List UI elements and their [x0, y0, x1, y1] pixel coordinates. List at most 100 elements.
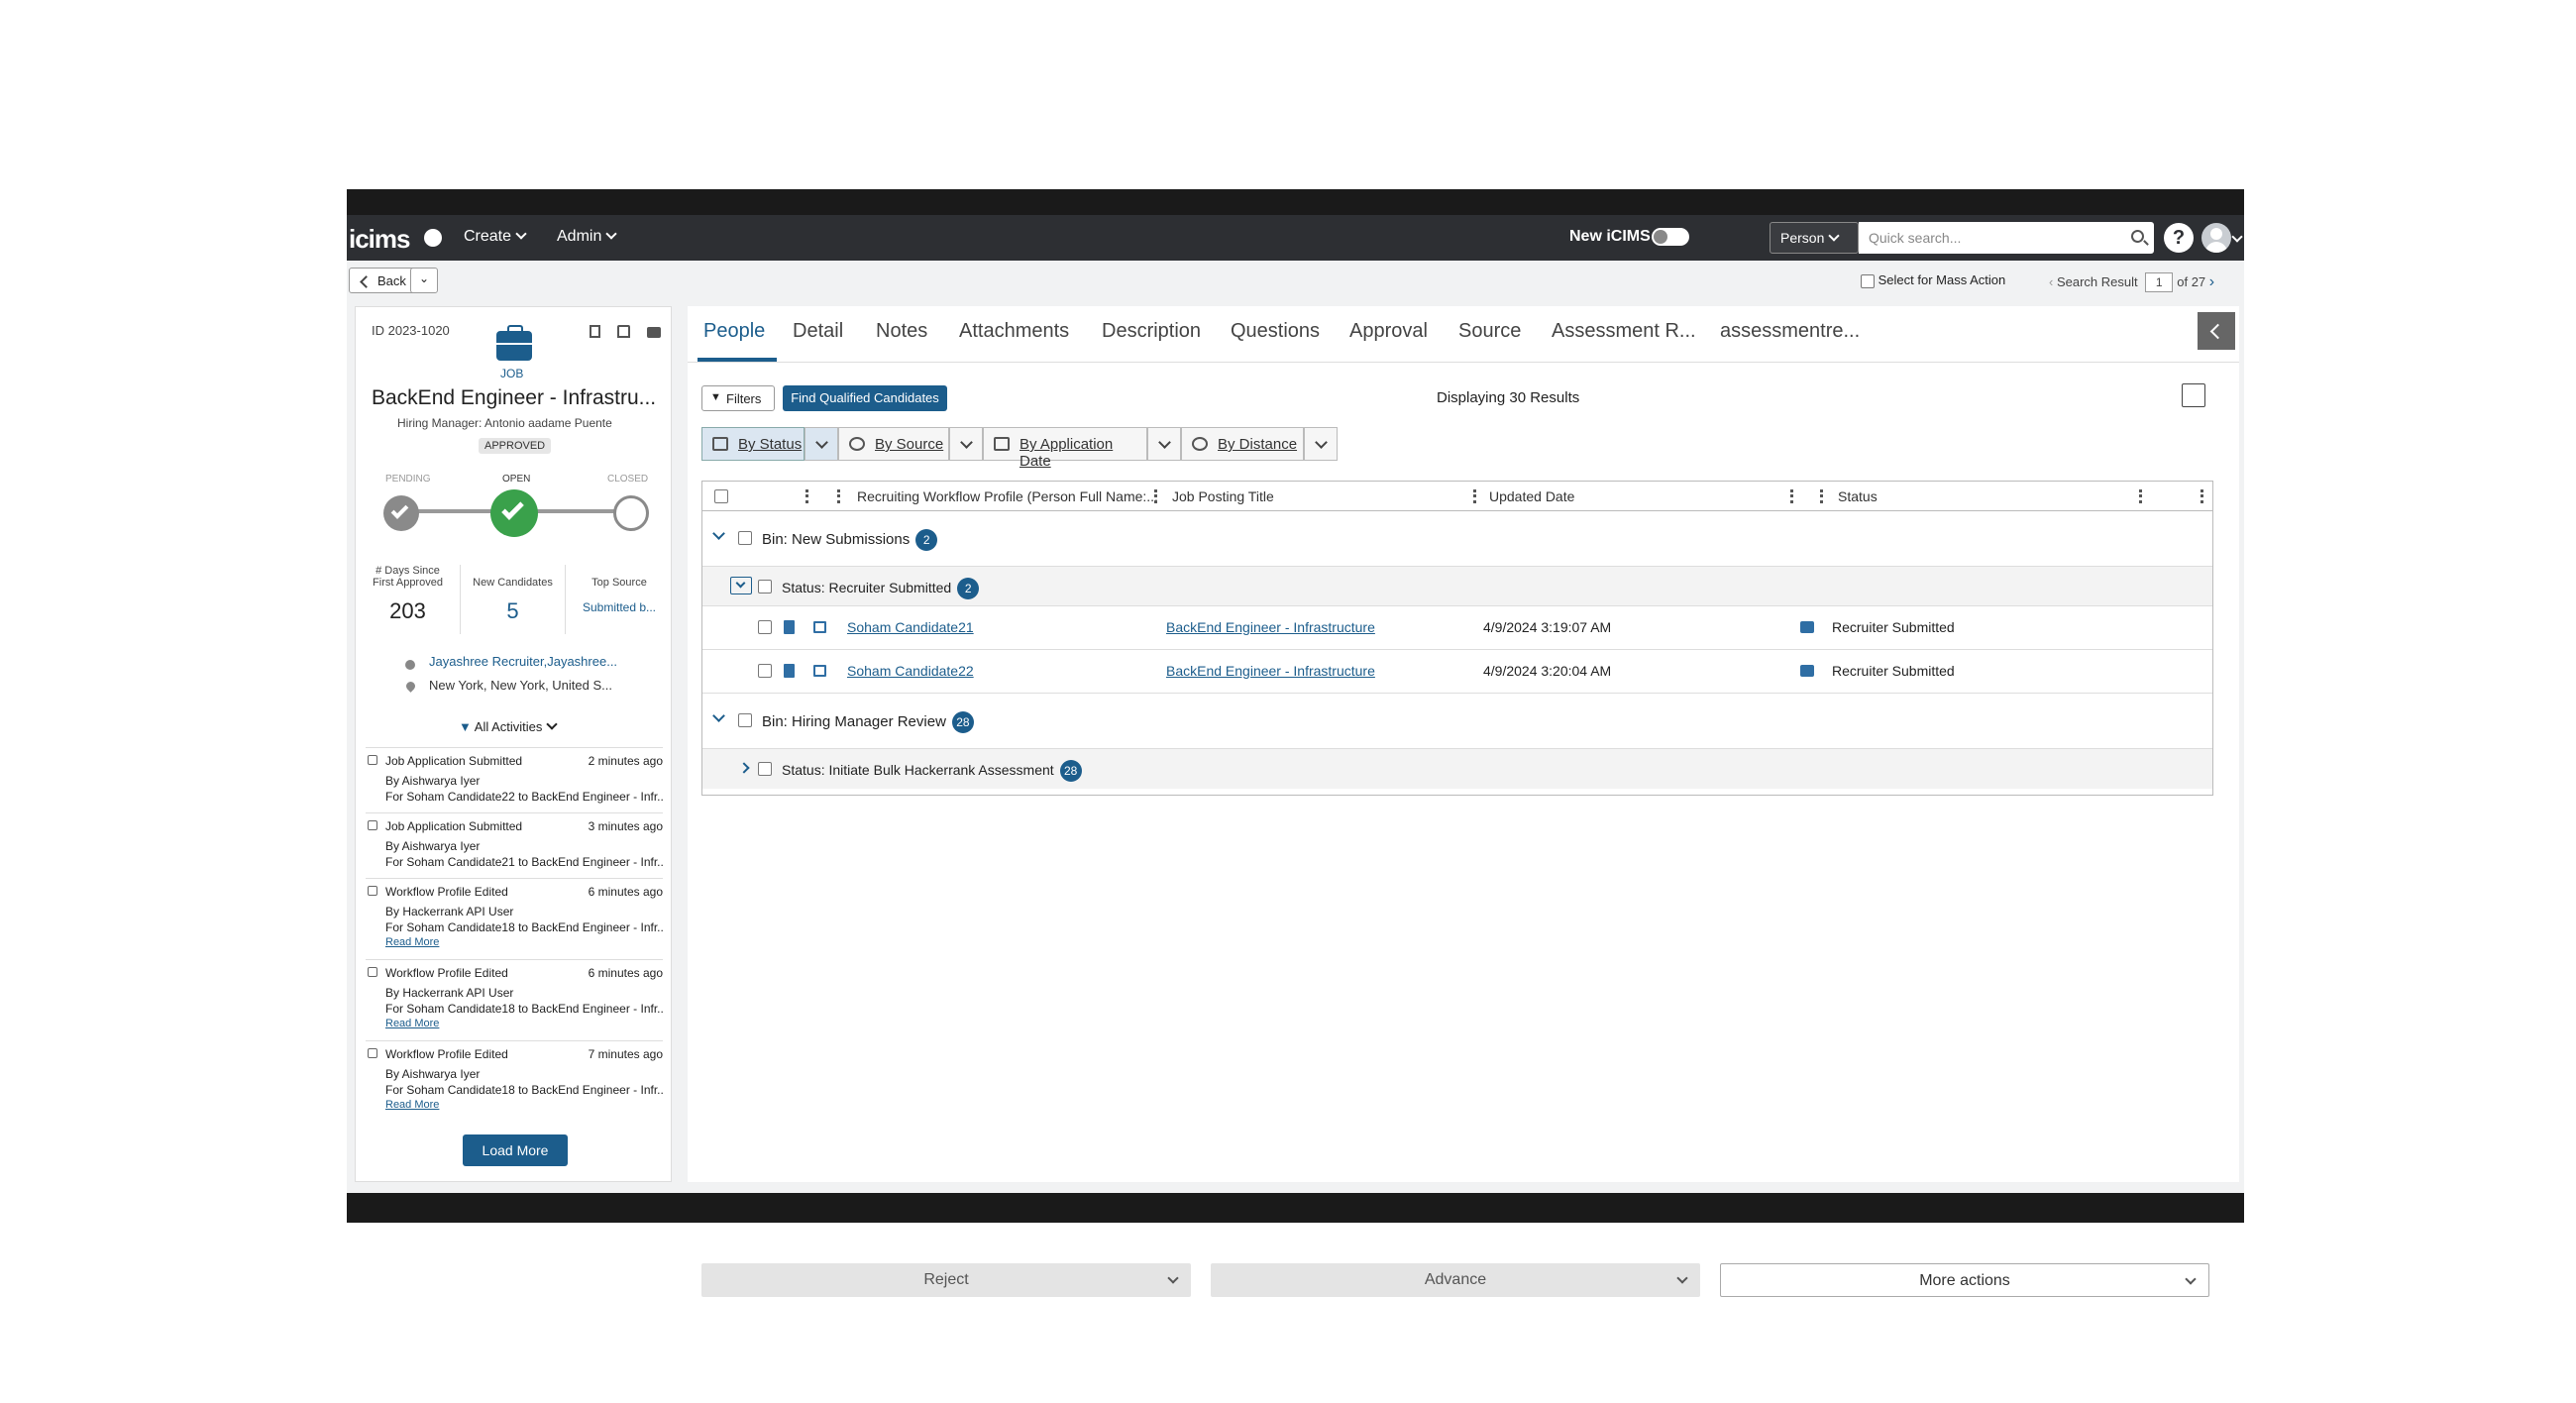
status-group-row[interactable]: Status: Recruiter Submitted 2: [702, 567, 2212, 606]
tab-approval[interactable]: Approval: [1349, 320, 1428, 343]
help-icon[interactable]: ?: [2164, 223, 2194, 253]
column-menu-icon[interactable]: [2139, 489, 2142, 503]
document-icon[interactable]: [784, 664, 795, 678]
bin-row[interactable]: Bin: New Submissions 2: [702, 511, 2212, 567]
create-menu[interactable]: Create: [464, 228, 527, 246]
candidate-name-link[interactable]: Soham Candidate22: [847, 663, 974, 679]
reject-button[interactable]: Reject: [701, 1263, 1191, 1297]
group-by-distance-button[interactable]: By Distance: [1181, 427, 1304, 461]
group-by-distance-dropdown[interactable]: [1304, 427, 1338, 461]
advance-button[interactable]: Advance: [1211, 1263, 1700, 1297]
read-more-link[interactable]: Read More: [385, 1099, 439, 1111]
read-more-link[interactable]: Read More: [385, 936, 439, 948]
tab-attachments[interactable]: Attachments: [959, 320, 1069, 343]
group-by-status-button[interactable]: By Status: [701, 427, 805, 461]
profile-card-icon[interactable]: [813, 665, 826, 677]
mass-action-toggle[interactable]: Select for Mass Action: [1861, 272, 2005, 288]
collapse-status-button[interactable]: [730, 577, 752, 594]
tab-people[interactable]: People: [703, 320, 765, 343]
profile-card-icon[interactable]: [813, 621, 826, 633]
status-icon[interactable]: [1800, 665, 1814, 677]
status-group-label: Status: Recruiter Submitted 2: [782, 578, 980, 599]
col-profile[interactable]: Recruiting Workflow Profile (Person Full…: [857, 488, 1158, 504]
back-history-dropdown[interactable]: ⌄: [410, 268, 438, 293]
col-updated-date[interactable]: Updated Date: [1489, 488, 1574, 504]
job-title[interactable]: BackEnd Engineer - Infrastru...: [372, 386, 669, 410]
next-result-icon[interactable]: ›: [2209, 273, 2214, 290]
bin-row[interactable]: Bin: Hiring Manager Review 28: [702, 694, 2212, 749]
page-number-input[interactable]: 1: [2145, 272, 2174, 292]
tab-questions[interactable]: Questions: [1231, 320, 1320, 343]
load-more-button[interactable]: Load More: [463, 1134, 568, 1166]
tab-assessmentre[interactable]: assessmentre...: [1720, 320, 1860, 343]
more-actions-button[interactable]: More actions: [1720, 1263, 2209, 1297]
column-menu-icon[interactable]: [1473, 489, 1476, 503]
col-job-title[interactable]: Job Posting Title: [1172, 488, 1274, 504]
status-checkbox[interactable]: [758, 762, 772, 776]
job-posting-link[interactable]: BackEnd Engineer - Infrastructure: [1166, 619, 1375, 635]
row-checkbox[interactable]: [758, 620, 772, 634]
read-more-link[interactable]: Read More: [385, 1018, 439, 1029]
column-menu-icon[interactable]: [2200, 489, 2203, 503]
group-by-source-dropdown[interactable]: [949, 427, 983, 461]
col-status[interactable]: Status: [1838, 488, 1878, 504]
new-icims-toggle[interactable]: [1652, 228, 1689, 246]
search-icon[interactable]: [2131, 230, 2144, 243]
tab-detail[interactable]: Detail: [793, 320, 843, 343]
quick-search-input[interactable]: Quick search...: [1859, 222, 2154, 254]
recent-icon[interactable]: [424, 229, 442, 247]
group-by-source-button[interactable]: By Source: [838, 427, 949, 461]
avatar[interactable]: [2201, 223, 2231, 253]
admin-menu[interactable]: Admin: [557, 228, 618, 246]
column-menu-icon[interactable]: [1154, 489, 1157, 503]
activity-title: Job Application Submitted: [385, 754, 523, 768]
back-button[interactable]: Back: [349, 268, 416, 293]
person-select[interactable]: Person: [1770, 222, 1859, 254]
location-pin-icon: [404, 680, 417, 693]
recruiter-link[interactable]: Jayashree Recruiter,Jayashree...: [429, 654, 617, 669]
row-checkbox[interactable]: [758, 664, 772, 678]
stat-new-value[interactable]: 5: [461, 598, 565, 624]
print-icon[interactable]: [647, 327, 661, 338]
copy-icon[interactable]: [590, 325, 600, 338]
bin-checkbox[interactable]: [738, 531, 752, 545]
table-row[interactable]: Soham Candidate21 BackEnd Engineer - Inf…: [702, 606, 2212, 650]
bin-checkbox[interactable]: [738, 713, 752, 727]
document-icon[interactable]: [784, 620, 795, 634]
prev-result-icon[interactable]: ‹: [2049, 274, 2053, 289]
group-by-date-button[interactable]: By Application Date: [983, 427, 1147, 470]
stat-source-value[interactable]: Submitted b...: [566, 600, 673, 614]
activity-for: For Soham Candidate18 to BackEnd Enginee…: [385, 920, 663, 934]
group-by-date-dropdown[interactable]: [1147, 427, 1181, 461]
tab-assessment-results[interactable]: Assessment R...: [1552, 320, 1696, 343]
column-menu-icon[interactable]: [1790, 489, 1793, 503]
stat-new-label: New Candidates: [473, 577, 553, 589]
tab-notes[interactable]: Notes: [876, 320, 927, 343]
fullscreen-icon[interactable]: [2182, 383, 2205, 407]
chevron-down-icon[interactable]: [712, 527, 725, 540]
mass-action-checkbox[interactable]: [1861, 273, 1875, 288]
home-icon[interactable]: [617, 325, 630, 338]
icims-logo[interactable]: icims: [349, 224, 410, 255]
activities-filter[interactable]: ▼ All Activities: [459, 718, 559, 734]
tab-source[interactable]: Source: [1458, 320, 1521, 343]
collapse-panel-button[interactable]: [2198, 312, 2235, 350]
column-menu-icon[interactable]: [1820, 489, 1823, 503]
column-menu-icon[interactable]: [805, 489, 808, 503]
status-icon[interactable]: [1800, 621, 1814, 633]
chevron-right-icon[interactable]: [738, 762, 750, 774]
status-group-row[interactable]: Status: Initiate Bulk Hackerrank Assessm…: [702, 749, 2212, 789]
select-all-checkbox[interactable]: [714, 489, 728, 503]
find-qualified-candidates-button[interactable]: Find Qualified Candidates: [783, 385, 947, 411]
column-menu-icon[interactable]: [837, 489, 840, 503]
group-by-status-dropdown[interactable]: [805, 427, 838, 461]
table-row[interactable]: Soham Candidate22 BackEnd Engineer - Inf…: [702, 650, 2212, 694]
filters-button[interactable]: ▼ Filters: [701, 385, 775, 411]
chevron-down-icon[interactable]: [712, 709, 725, 722]
status-checkbox[interactable]: [758, 580, 772, 594]
stat-new-candidates[interactable]: New Candidates 5: [461, 565, 566, 634]
job-posting-link[interactable]: BackEnd Engineer - Infrastructure: [1166, 663, 1375, 679]
chevron-down-icon[interactable]: [2231, 231, 2243, 243]
tab-description[interactable]: Description: [1102, 320, 1201, 343]
candidate-name-link[interactable]: Soham Candidate21: [847, 619, 974, 635]
